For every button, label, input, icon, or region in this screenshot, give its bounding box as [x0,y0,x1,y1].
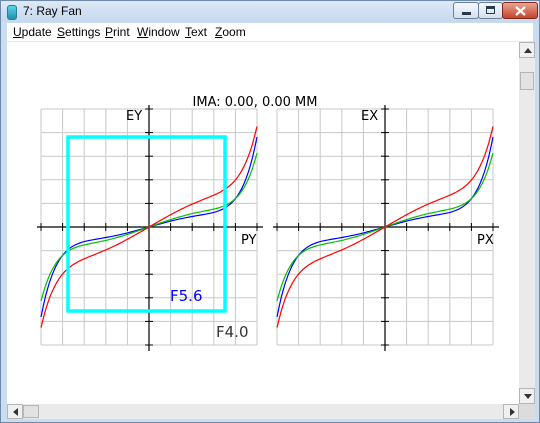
menu-window[interactable]: Window [137,25,180,39]
maximize-icon [486,6,495,14]
f40-label: F4.0 [216,323,248,341]
right-y-label: EX [361,109,378,124]
aperture-box [66,135,227,313]
scroll-up-button[interactable] [519,42,535,58]
horizontal-scroll-thumb[interactable] [23,405,39,418]
close-button[interactable] [502,2,538,19]
menu-bar: Update Settings Print Window Text Zoom [7,23,533,42]
left-fan-panel: EY PY F5.6 F4.0 [37,105,263,351]
scroll-right-icon [510,408,515,416]
vertical-scrollbar[interactable] [519,42,535,404]
maximize-button[interactable] [478,2,503,19]
scroll-left-button[interactable] [7,404,23,419]
right-fan-panel: EX PX [273,105,499,351]
close-icon [515,6,526,16]
plot-area: IMA: 0.00, 0.00 MM EY PY F5.6 F4.0 EX PX [7,42,519,404]
plot-header: IMA: 0.00, 0.00 MM [193,95,318,110]
window-title: 7: Ray Fan [23,4,82,18]
title-bar[interactable]: 7: Ray Fan [1,1,539,22]
app-icon[interactable] [7,5,17,20]
f56-label: F5.6 [170,287,202,305]
menu-text[interactable]: Text [185,25,207,39]
menu-update[interactable]: Update [13,25,52,39]
left-x-label: PY [241,233,257,248]
menu-settings[interactable]: Settings [57,25,100,39]
right-axes [273,105,499,351]
right-x-label: PX [477,233,494,248]
horizontal-scrollbar[interactable] [7,404,519,419]
vertical-scroll-thumb[interactable] [520,72,534,90]
scroll-up-icon [524,48,532,53]
menu-print[interactable]: Print [105,25,130,39]
resize-grip[interactable] [519,404,535,419]
left-y-label: EY [126,109,142,124]
scroll-down-button[interactable] [519,388,535,404]
ray-fan-plot: IMA: 0.00, 0.00 MM EY PY F5.6 F4.0 EX PX [37,95,499,351]
menu-zoom[interactable]: Zoom [215,25,246,39]
scroll-left-icon [13,408,18,416]
minimize-button[interactable] [453,2,479,19]
scroll-down-icon [524,394,532,399]
ray-fan-window: 7: Ray Fan Update Settings Print Window … [0,0,540,423]
minimize-icon [462,12,471,15]
left-axes [37,105,263,351]
scroll-right-button[interactable] [503,404,519,419]
